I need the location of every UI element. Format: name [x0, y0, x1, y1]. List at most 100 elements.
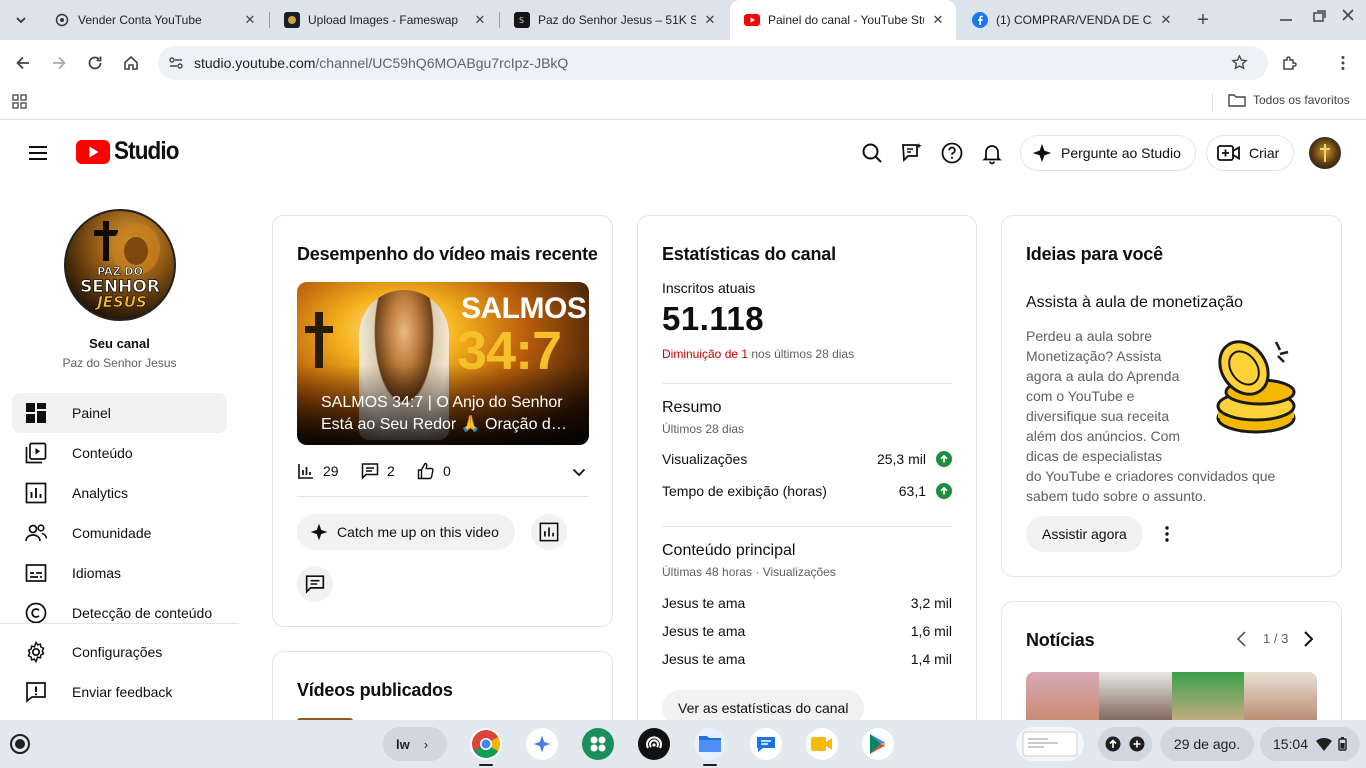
youtube-icon — [744, 12, 760, 28]
subtitles-icon — [24, 561, 48, 585]
browser-toolbar: studio.youtube.com/channel/UC59hQ6MOABgu… — [0, 40, 1366, 86]
sidebar-item-configuracoes[interactable]: Configurações — [12, 632, 227, 672]
home-icon — [124, 55, 138, 70]
top-content-row[interactable]: Jesus te ama 1,6 mil — [662, 623, 952, 639]
help-icon[interactable] — [940, 141, 964, 165]
tab-close-icon[interactable]: ✕ — [472, 12, 488, 28]
play-store-app-icon[interactable] — [862, 728, 894, 760]
youtube-logo-icon — [76, 139, 110, 164]
bell-icon[interactable] — [980, 141, 1004, 165]
tab-close-icon[interactable]: ✕ — [702, 12, 718, 28]
browser-tab-3[interactable]: S Paz do Senhor Jesus – 51K S ✕ — [500, 0, 728, 40]
channel-name: Paz do Senhor Jesus — [62, 356, 177, 370]
search-icon[interactable] — [860, 141, 884, 165]
thumbnail-cross — [315, 312, 323, 368]
browser-tab-5[interactable]: (1) COMPRAR/VENDA DE CAN ✕ — [958, 0, 1184, 40]
reload-button[interactable] — [83, 51, 107, 75]
create-button[interactable]: Criar — [1206, 135, 1295, 171]
channel-stats-title: Estatísticas do canal — [662, 244, 836, 264]
bookmark-star-icon[interactable] — [1231, 54, 1248, 74]
tray-status[interactable] — [1098, 727, 1152, 761]
comment-sparkle-icon[interactable] — [900, 141, 924, 165]
sidebar-item-deteccao[interactable]: Detecção de conteúdo — [12, 593, 227, 633]
messages-app-icon[interactable] — [750, 728, 782, 760]
more-vert-icon — [1341, 56, 1345, 70]
bar-chart-icon — [298, 464, 313, 479]
folder-icon — [1228, 94, 1246, 107]
more-vert-icon[interactable] — [1158, 524, 1176, 549]
youtube-studio-logo[interactable]: Studio — [76, 137, 186, 166]
top-content-row[interactable]: Jesus te ama 3,2 mil — [662, 595, 952, 611]
likes-metric: 0 — [417, 462, 451, 480]
watch-now-button[interactable]: Assistir agora — [1026, 516, 1143, 552]
expand-chevron-icon[interactable] — [571, 464, 587, 485]
files-app-icon[interactable] — [694, 728, 726, 760]
sidebar-item-analytics[interactable]: Analytics — [12, 473, 227, 513]
browser-tab-1[interactable]: Vender Conta YouTube ✕ — [40, 0, 268, 40]
workspace-app-icon[interactable] — [582, 728, 614, 760]
url-host: studio.youtube.com — [194, 55, 316, 71]
new-tab-button[interactable]: + — [1192, 9, 1214, 31]
sidebar-item-conteudo[interactable]: Conteúdo — [12, 433, 227, 473]
coins-illustration — [1208, 338, 1308, 447]
arrow-left-icon — [16, 56, 29, 70]
close-window-button[interactable] — [1341, 8, 1355, 25]
subscribers-change: Diminuição de 1 nos últimos 28 dias — [662, 347, 855, 361]
desk-switcher[interactable]: lw › — [383, 727, 447, 761]
ask-studio-button[interactable]: Pergunte ao Studio — [1020, 135, 1196, 171]
sidebar-item-idiomas[interactable]: Idiomas — [12, 553, 227, 593]
extensions-button[interactable] — [1278, 51, 1302, 75]
system-status[interactable]: 15:04 — [1260, 727, 1360, 761]
summary-period: Últimos 28 dias — [662, 422, 745, 436]
video-analytics-button[interactable] — [531, 514, 567, 550]
all-bookmarks-button[interactable]: Todos os favoritos — [1228, 93, 1350, 107]
site-info-icon[interactable] — [168, 55, 184, 74]
sidebar-item-painel[interactable]: Painel — [12, 393, 227, 433]
date-display[interactable]: 29 de ago. — [1160, 727, 1254, 761]
latest-video-card: Desempenho do vídeo mais recente SALMOS … — [272, 215, 613, 627]
home-button[interactable] — [119, 51, 143, 75]
channel-avatar[interactable]: PAZ DO SENHOR JESUS — [64, 209, 176, 321]
tab-close-icon[interactable]: ✕ — [242, 12, 258, 28]
fameswap-icon — [284, 12, 300, 28]
address-bar[interactable]: studio.youtube.com/channel/UC59hQ6MOABgu… — [158, 46, 1268, 80]
chevron-right-icon[interactable] — [1300, 630, 1316, 653]
chevron-left-icon[interactable] — [1234, 630, 1250, 653]
analytics-icon — [24, 481, 48, 505]
launcher-button[interactable] — [10, 734, 30, 754]
sidebar-item-comunidade[interactable]: Comunidade — [12, 513, 227, 553]
minimize-button[interactable] — [1278, 8, 1294, 27]
back-button[interactable] — [11, 51, 35, 75]
gear-icon — [24, 640, 48, 664]
content-icon — [24, 441, 48, 465]
tab-close-icon[interactable]: ✕ — [1158, 12, 1174, 28]
url-path: /channel/UC59hQ6MOABgu7rcIpz-JBkQ — [315, 55, 569, 71]
tab-close-icon[interactable]: ✕ — [930, 12, 946, 28]
menu-icon[interactable] — [26, 141, 50, 170]
browser-tab-2[interactable]: Upload Images - Fameswap ✕ — [270, 0, 498, 40]
maximize-button[interactable] — [1311, 8, 1327, 27]
top-content-row[interactable]: Jesus te ama 1,4 mil — [662, 651, 952, 667]
catch-me-up-button[interactable]: Catch me up on this video — [297, 514, 515, 550]
browser-tab-active[interactable]: Painel do canal - YouTube Stu ✕ — [730, 0, 956, 40]
tab-search-button[interactable] — [8, 7, 34, 33]
apps-grid-icon[interactable] — [12, 94, 28, 115]
views-metric: 29 — [297, 462, 339, 480]
podcast-app-icon[interactable] — [638, 728, 670, 760]
chrome-app-icon[interactable] — [470, 728, 502, 760]
feedback-icon — [24, 680, 48, 704]
bookmarks-bar: Todos os favoritos — [0, 86, 1366, 120]
upload-icon — [1105, 736, 1121, 752]
video-thumbnail[interactable]: SALMOS 34:7 SALMOS 34:7 | O Anjo do Senh… — [297, 282, 589, 445]
screenshot-preview[interactable] — [1016, 727, 1084, 761]
forward-button[interactable] — [47, 51, 71, 75]
video-comments-button[interactable] — [297, 566, 333, 602]
sidebar-item-feedback[interactable]: Enviar feedback — [12, 672, 227, 712]
account-avatar[interactable] — [1309, 137, 1341, 169]
arrow-up-icon — [936, 483, 952, 499]
site-icon: S — [514, 12, 530, 28]
meet-app-icon[interactable] — [806, 728, 838, 760]
gemini-app-icon[interactable] — [526, 728, 558, 760]
browser-menu-button[interactable] — [1331, 51, 1355, 75]
subscribers-count: 51.118 — [662, 300, 765, 337]
